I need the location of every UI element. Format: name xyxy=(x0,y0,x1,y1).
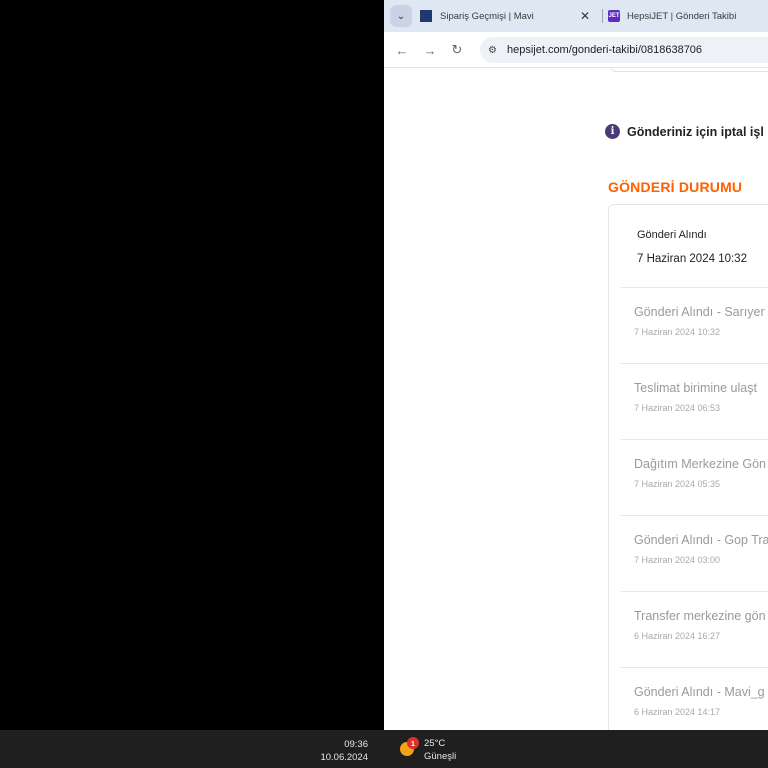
event-title: Gönderi Alındı - Sarıyer xyxy=(634,305,765,319)
current-status: Gönderi Alındı 7 Haziran 2024 10:32 xyxy=(637,229,747,265)
timeline-event: Transfer merkezine gön 6 Haziran 2024 16… xyxy=(634,609,766,641)
weather-sun-icon[interactable]: 1 xyxy=(400,737,419,756)
tab-title: HepsiJET | Gönderi Takibi xyxy=(627,10,737,22)
current-status-date: 7 Haziran 2024 10:32 xyxy=(637,253,747,265)
close-icon[interactable]: ✕ xyxy=(580,9,590,23)
weather-widget[interactable]: 25°C Güneşli xyxy=(424,737,456,763)
reload-button[interactable]: ↻ xyxy=(447,40,467,60)
event-title: Gönderi Alındı - Gop Tra xyxy=(634,533,768,547)
reload-icon: ↻ xyxy=(451,42,463,57)
tab-siparis-gecmisi[interactable]: Sipariş Geçmişi | Mavi ✕ xyxy=(420,4,598,28)
section-title: GÖNDERİ DURUMU xyxy=(608,179,743,195)
cancel-info-notice: i Gönderiniz için iptal işl xyxy=(605,124,764,139)
clock-time: 09:36 xyxy=(344,739,368,750)
black-screen-area xyxy=(0,0,384,730)
chevron-down-icon: ⌄ xyxy=(396,10,406,22)
tab-strip: ⌄ Sipariş Geçmişi | Mavi ✕ JET HepsiJET … xyxy=(384,0,768,32)
timeline-event: Gönderi Alındı - Sarıyer 7 Haziran 2024 … xyxy=(634,305,765,337)
weather-desc: Güneşli xyxy=(424,751,457,762)
tab-search-button[interactable]: ⌄ xyxy=(390,5,412,27)
browser-window: ⌄ Sipariş Geçmişi | Mavi ✕ JET HepsiJET … xyxy=(384,0,768,730)
taskbar-clock[interactable]: 09:36 10.06.2024 xyxy=(316,738,368,764)
divider xyxy=(621,439,768,440)
arrow-left-icon: ← xyxy=(395,42,409,58)
divider xyxy=(621,363,768,364)
notification-badge: 1 xyxy=(407,737,419,749)
event-date: 6 Haziran 2024 16:27 xyxy=(634,631,721,641)
tab-separator xyxy=(602,9,603,23)
weather-temp: 25°C xyxy=(424,738,446,749)
browser-toolbar: ← → ↻ ⚙ hepsijet.com/gonderi-takibi/0818… xyxy=(384,32,768,68)
timeline-event: Dağıtım Merkezine Gön 7 Haziran 2024 05:… xyxy=(634,457,766,489)
status-timeline-card: Gönderi Alındı 7 Haziran 2024 10:32 Gönd… xyxy=(608,204,768,730)
info-icon: i xyxy=(605,124,620,139)
event-title: Transfer merkezine gön xyxy=(634,609,766,623)
address-bar[interactable]: ⚙ hepsijet.com/gonderi-takibi/0818638706 xyxy=(480,37,768,63)
mavi-logo-icon xyxy=(420,10,432,22)
forward-button[interactable]: → xyxy=(420,40,440,60)
event-date: 7 Haziran 2024 05:35 xyxy=(634,479,721,489)
site-settings-icon[interactable]: ⚙ xyxy=(488,45,497,56)
hepsijet-logo-icon: JET xyxy=(608,10,620,22)
divider xyxy=(621,667,768,668)
taskbar: 09:36 10.06.2024 1 25°C Güneşli xyxy=(0,730,768,768)
tab-hepsijet[interactable]: JET HepsiJET | Gönderi Takibi xyxy=(608,4,768,28)
current-status-label: Gönderi Alındı xyxy=(637,229,707,241)
divider xyxy=(621,591,768,592)
event-date: 7 Haziran 2024 06:53 xyxy=(634,403,721,413)
divider xyxy=(621,515,768,516)
divider xyxy=(621,287,768,288)
event-title: Dağıtım Merkezine Gön xyxy=(634,457,766,471)
back-button[interactable]: ← xyxy=(392,40,412,60)
arrow-right-icon: → xyxy=(423,42,437,58)
info-text: Gönderiniz için iptal işl xyxy=(627,124,764,139)
event-date: 7 Haziran 2024 10:32 xyxy=(634,327,721,337)
timeline-event: Gönderi Alındı - Gop Tra 7 Haziran 2024 … xyxy=(634,533,768,565)
tab-title: Sipariş Geçmişi | Mavi xyxy=(440,10,534,22)
timeline-event: Gönderi Alındı - Mavi_g 6 Haziran 2024 1… xyxy=(634,685,765,717)
event-title: Gönderi Alındı - Mavi_g xyxy=(634,685,765,699)
event-date: 6 Haziran 2024 14:17 xyxy=(634,707,721,717)
previous-card-edge xyxy=(610,68,768,72)
clock-date: 10.06.2024 xyxy=(320,752,368,763)
event-title: Teslimat birimine ulaşt xyxy=(634,381,757,395)
screen: ⌄ Sipariş Geçmişi | Mavi ✕ JET HepsiJET … xyxy=(0,0,768,768)
page-content: i Gönderiniz için iptal işl GÖNDERİ DURU… xyxy=(384,68,768,730)
event-date: 7 Haziran 2024 03:00 xyxy=(634,555,721,565)
url-text: hepsijet.com/gonderi-takibi/0818638706 xyxy=(506,44,703,56)
timeline-event: Teslimat birimine ulaşt 7 Haziran 2024 0… xyxy=(634,381,757,413)
